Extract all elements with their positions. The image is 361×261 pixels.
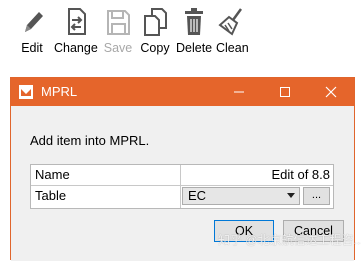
table-row: Name Edit of 8.8 xyxy=(31,165,333,186)
trash-icon xyxy=(185,8,204,35)
table-dropdown[interactable]: EC xyxy=(182,187,300,205)
broom-icon xyxy=(218,8,243,36)
name-value-field[interactable]: Edit of 8.8 xyxy=(181,165,333,185)
dialog-titlebar[interactable]: MPRL xyxy=(11,78,354,106)
change-button[interactable]: Change xyxy=(54,6,98,55)
copy-button[interactable]: Copy xyxy=(140,6,170,55)
copy-icon xyxy=(144,8,167,36)
watermark-text: 知乎 @北京航信达工程咨... xyxy=(218,233,361,247)
row-name-label: Name xyxy=(31,165,181,185)
floppy-disk-icon xyxy=(107,10,130,35)
change-label: Change xyxy=(54,41,98,55)
chevron-down-icon xyxy=(287,193,295,198)
edit-button[interactable]: Edit xyxy=(17,6,47,55)
close-icon xyxy=(325,86,337,98)
close-button[interactable] xyxy=(308,78,354,106)
row-table-label: Table xyxy=(31,186,181,208)
dialog-message: Add item into MPRL. xyxy=(30,133,150,148)
minimize-icon xyxy=(234,91,244,93)
save-label: Save xyxy=(103,41,133,55)
table-dropdown-value: EC xyxy=(188,188,207,203)
clean-button[interactable]: Clean xyxy=(216,6,249,55)
delete-button[interactable]: Delete xyxy=(176,6,212,55)
swap-icon xyxy=(67,8,86,35)
maximize-button[interactable] xyxy=(262,78,308,106)
edit-label: Edit xyxy=(21,41,43,55)
app-logo-icon xyxy=(19,85,33,99)
table-row: Table EC ... xyxy=(31,186,333,208)
table-value-cell: EC ... xyxy=(181,186,333,208)
minimize-button[interactable] xyxy=(216,78,262,106)
dialog-title: MPRL xyxy=(41,84,78,99)
delete-label: Delete xyxy=(176,41,213,55)
toolbar: Edit Change Save Copy Delete Clean xyxy=(0,0,361,62)
save-button[interactable]: Save xyxy=(103,6,133,55)
property-grid: Name Edit of 8.8 Table EC ... xyxy=(30,164,334,209)
pencil-icon xyxy=(25,12,43,32)
maximize-icon xyxy=(280,87,290,97)
browse-button[interactable]: ... xyxy=(303,187,330,205)
clean-label: Clean xyxy=(216,41,249,55)
copy-label: Copy xyxy=(140,41,170,55)
